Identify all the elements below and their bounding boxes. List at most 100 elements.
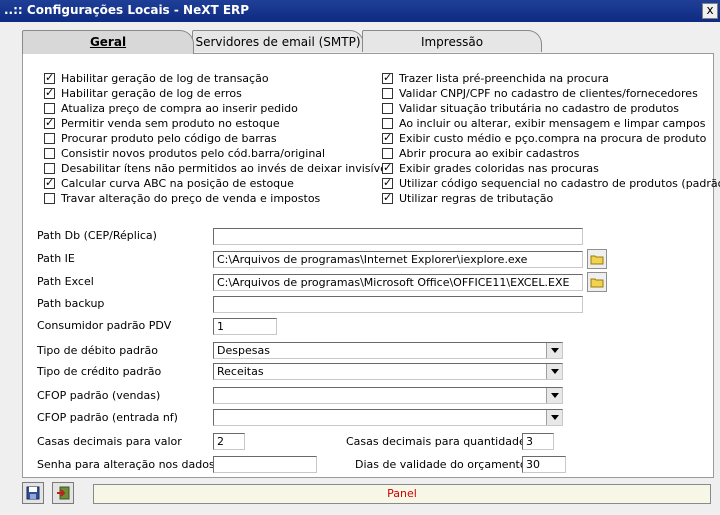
senha-label: Senha para alteração nos dados [37,458,215,471]
option-label: Abrir procura ao exibir cadastros [399,146,580,160]
casas-valor-label: Casas decimais para valor [37,435,182,448]
checkbox[interactable] [44,176,55,189]
path-db-input[interactable] [213,228,583,245]
casas-valor-input[interactable]: 2 [213,433,245,450]
exit-button[interactable] [52,482,74,504]
tab-geral[interactable]: Geral [22,30,194,54]
cfop-vendas-select[interactable] [213,387,563,404]
checkbox[interactable] [382,131,393,144]
tab-smtp[interactable]: Servidores de email (SMTP) [192,30,364,52]
option-log-erros[interactable]: Habilitar geração de log de erros [44,86,242,100]
option-label: Utilizar código sequencial no cadastro d… [399,176,720,190]
tab-impressao[interactable]: Impressão [362,30,542,52]
senha-input[interactable] [213,456,317,473]
path-db-label: Path Db (CEP/Réplica) [37,229,157,242]
option-label: Habilitar geração de log de erros [61,86,242,100]
casas-qtd-label: Casas decimais para quantidade [346,435,526,448]
checkbox[interactable] [382,117,393,129]
checkbox[interactable] [382,161,393,174]
option-codigo-barras[interactable]: Procurar produto pelo código de barras [44,131,277,145]
consumidor-input[interactable]: 1 [213,318,277,335]
option-curva-abc[interactable]: Calcular curva ABC na posição de estoque [44,176,294,190]
checkbox[interactable] [382,147,393,159]
path-excel-input[interactable]: C:\Arquivos de programas\Microsoft Offic… [213,274,583,291]
settings-window: ..:: Configurações Locais - NeXT ERP x G… [0,0,720,515]
option-travar-preco[interactable]: Travar alteração do preço de venda e imp… [44,191,320,205]
close-button[interactable]: x [702,3,718,19]
cfop-entrada-select[interactable] [213,409,563,426]
path-ie-input[interactable]: C:\Arquivos de programas\Internet Explor… [213,251,583,268]
option-exibir-mensagem[interactable]: Ao incluir ou alterar, exibir mensagem e… [382,116,705,130]
checkbox[interactable] [44,86,55,99]
option-label: Travar alteração do preço de venda e imp… [61,191,321,205]
option-label: Utilizar regras de tributação [399,191,554,205]
path-backup-input[interactable] [213,296,583,313]
option-grades-coloridas[interactable]: Exibir grades coloridas nas procuras [382,161,599,175]
path-ie-label: Path IE [37,252,75,265]
save-button[interactable] [22,482,44,504]
tipo-debito-select[interactable]: Despesas [213,342,563,359]
option-label: Permitir venda sem produto no estoque [61,116,280,130]
option-label: Calcular curva ABC na posição de estoque [61,176,294,190]
checkbox[interactable] [44,71,55,84]
validade-label: Dias de validade do orçamento [355,458,527,471]
option-codigo-sequencial[interactable]: Utilizar código sequencial no cadastro d… [382,176,720,190]
tipo-credito-label: Tipo de crédito padrão [37,365,162,378]
consumidor-label: Consumidor padrão PDV [37,319,172,332]
option-validar-cnpj[interactable]: Validar CNPJ/CPF no cadastro de clientes… [382,86,698,100]
tipo-credito-select[interactable]: Receitas [213,363,563,380]
option-consistir-produtos[interactable]: Consistir novos produtos pelo cód.barra/… [44,146,325,160]
option-label: Habilitar geração de log de transação [61,71,269,85]
checkbox[interactable] [382,176,393,189]
option-validar-tributaria[interactable]: Validar situação tributária no cadastro … [382,101,679,115]
path-backup-label: Path backup [37,297,105,310]
option-custo-medio[interactable]: Exibir custo médio e pço.compra na procu… [382,131,706,145]
tipo-debito-value: Despesas [217,344,270,357]
checkbox[interactable] [44,192,55,204]
checkbox[interactable] [382,87,393,99]
option-abrir-procura[interactable]: Abrir procura ao exibir cadastros [382,146,579,160]
window-title: ..:: Configurações Locais - NeXT ERP [4,3,250,17]
option-label: Atualiza preço de compra ao inserir pedi… [61,101,298,115]
chevron-down-icon[interactable] [546,410,562,425]
checkbox[interactable] [44,162,55,174]
option-log-transacao[interactable]: Habilitar geração de log de transação [44,71,269,85]
browse-excel-button[interactable] [587,272,607,292]
cfop-entrada-label: CFOP padrão (entrada nf) [37,411,178,424]
option-label: Ao incluir ou alterar, exibir mensagem e… [399,116,706,130]
checkbox[interactable] [44,116,55,129]
cfop-vendas-label: CFOP padrão (vendas) [37,389,161,402]
chevron-down-icon[interactable] [546,343,562,358]
option-atualiza-preco[interactable]: Atualiza preço de compra ao inserir pedi… [44,101,298,115]
casas-qtd-input[interactable]: 3 [522,433,554,450]
browse-ie-button[interactable] [587,249,607,269]
checkbox[interactable] [44,147,55,159]
tipo-debito-label: Tipo de débito padrão [37,344,158,357]
validade-input[interactable]: 30 [522,456,566,473]
option-venda-sem-estoque[interactable]: Permitir venda sem produto no estoque [44,116,280,130]
checkbox[interactable] [44,102,55,114]
exit-icon [57,486,70,500]
option-label: Validar CNPJ/CPF no cadastro de clientes… [399,86,698,100]
checkbox[interactable] [382,71,393,84]
folder-icon [590,255,604,264]
option-desabilitar-itens[interactable]: Desabilitar ítens não permitidos ao invé… [44,161,390,175]
chevron-down-icon[interactable] [546,364,562,379]
folder-icon [590,278,604,287]
option-label: Validar situação tributária no cadastro … [399,101,680,115]
save-icon [26,486,40,500]
option-label: Procurar produto pelo código de barras [61,131,277,145]
option-label: Trazer lista pré-preenchida na procura [399,71,609,85]
option-lista-preenchida[interactable]: Trazer lista pré-preenchida na procura [382,71,609,85]
title-bar: ..:: Configurações Locais - NeXT ERP x [0,0,720,22]
checkbox[interactable] [382,102,393,114]
option-regras-tributacao[interactable]: Utilizar regras de tributação [382,191,553,205]
path-excel-label: Path Excel [37,275,94,288]
checkbox[interactable] [382,191,393,204]
option-label: Exibir custo médio e pço.compra na procu… [399,131,707,145]
option-label: Consistir novos produtos pelo cód.barra/… [61,146,326,160]
status-panel: Panel [93,484,711,504]
chevron-down-icon[interactable] [546,388,562,403]
tipo-credito-value: Receitas [217,365,264,378]
checkbox[interactable] [44,132,55,144]
